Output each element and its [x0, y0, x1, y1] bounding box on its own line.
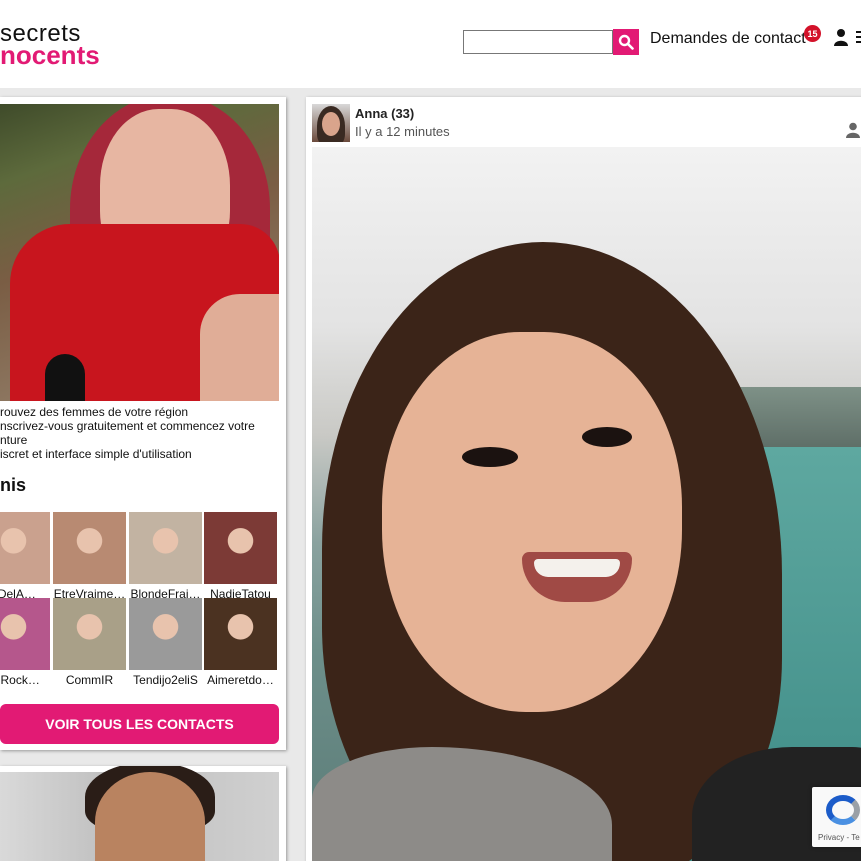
member-photo [204, 512, 277, 584]
sidebar-card-2 [0, 766, 286, 861]
contact-requests-badge: 15 [804, 25, 821, 42]
contact-requests-link[interactable]: Demandes de contact [650, 30, 806, 48]
member-name: ouRock… [0, 673, 40, 687]
member-photo [129, 598, 202, 670]
sidebar-hero-image [0, 104, 279, 401]
header: secrets nocents Demandes de contact 15 [0, 0, 861, 88]
site-logo[interactable]: secrets nocents [0, 22, 100, 70]
sidebar-card: rouvez des femmes de votre région nscriv… [0, 97, 286, 750]
search-icon [618, 34, 634, 50]
logo-line-2: nocents [0, 40, 100, 70]
member-photo [53, 512, 126, 584]
member-photo [53, 598, 126, 670]
member-card[interactable]: CommIR [53, 598, 126, 687]
post-photo[interactable] [312, 147, 861, 861]
view-all-contacts-button[interactable]: VOIR TOUS LES CONTACTS [0, 704, 279, 744]
feature-item: nscrivez-vous gratuitement et commencez … [0, 419, 255, 433]
member-photo [0, 512, 50, 584]
menu-icon[interactable] [856, 31, 861, 43]
post-time: Il y a 12 minutes [355, 124, 450, 139]
member-photo [129, 512, 202, 584]
member-card[interactable]: Aimeretdo… [204, 598, 277, 687]
member-card[interactable]: NadieTatou [204, 512, 277, 601]
avatar[interactable] [312, 104, 350, 142]
member-card[interactable]: eDelA… [0, 512, 50, 601]
post-card: Anna (33) Il y a 12 minutes [306, 97, 861, 861]
recaptcha-text[interactable]: Privacy - Te [818, 833, 860, 842]
feature-item: iscret et interface simple d'utilisation [0, 447, 192, 461]
sidebar-hero-image-2 [0, 766, 279, 861]
member-name: Aimeretdo… [207, 673, 274, 687]
member-name: CommIR [65, 673, 114, 687]
member-card[interactable]: Tendijo2eliS [129, 598, 202, 687]
member-photo [0, 598, 50, 670]
member-card[interactable]: BlondeFrai… [129, 512, 202, 601]
search-button[interactable] [613, 29, 639, 55]
feature-item: rouvez des femmes de votre région [0, 405, 189, 419]
member-card[interactable]: EtreVraime… [53, 512, 126, 601]
user-icon[interactable] [833, 28, 849, 46]
recaptcha-badge[interactable]: Privacy - Te [812, 787, 861, 847]
feature-item: nture [0, 433, 28, 447]
member-name: Tendijo2eliS [133, 673, 198, 687]
add-contact-icon[interactable] [846, 122, 861, 138]
section-title: nis [0, 475, 27, 495]
member-photo [204, 598, 277, 670]
recaptcha-icon [826, 795, 860, 825]
post-author[interactable]: Anna (33) [355, 106, 414, 121]
search-input[interactable] [463, 30, 613, 54]
feature-list: rouvez des femmes de votre région nscriv… [0, 405, 279, 461]
member-card[interactable]: ouRock… [0, 598, 50, 687]
